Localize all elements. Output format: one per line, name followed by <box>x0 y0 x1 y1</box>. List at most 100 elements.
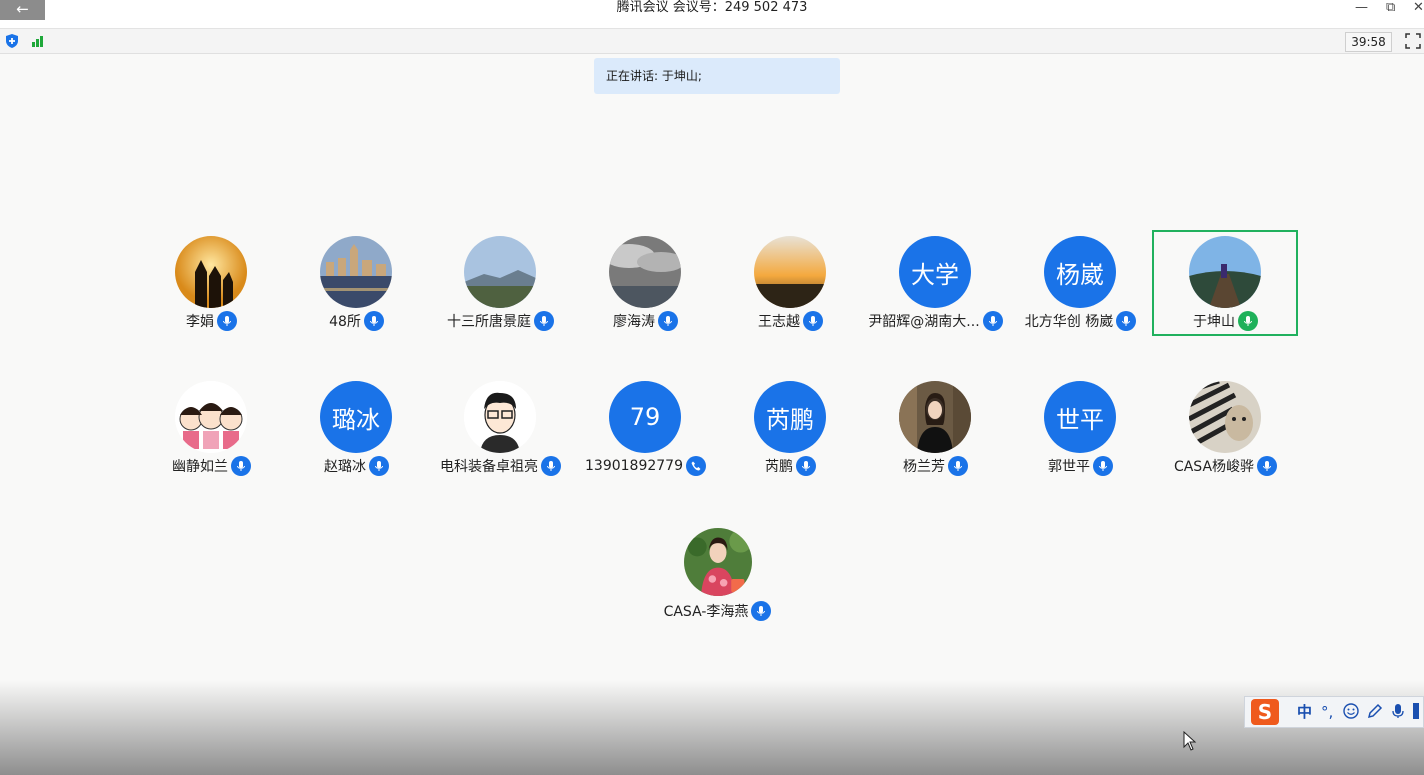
avatar: 世平 <box>1044 381 1116 453</box>
participant-tile[interactable]: 杨兰芳 <box>863 376 1008 486</box>
mic-icon[interactable] <box>948 456 968 476</box>
participant-tile[interactable]: 廖海涛 <box>573 231 718 341</box>
mouse-cursor-icon <box>1183 731 1197 751</box>
avatar: 79 <box>609 381 681 453</box>
avatar-photo-icon <box>684 528 752 596</box>
participant-name: 杨兰芳 <box>903 459 945 475</box>
mic-active-icon[interactable] <box>1238 311 1258 331</box>
avatar-photo-icon <box>1189 381 1261 453</box>
avatar <box>609 236 681 308</box>
participant-name: 廖海涛 <box>613 314 655 330</box>
security-shield-icon[interactable] <box>6 34 18 48</box>
restore-button[interactable]: ⧉ <box>1386 0 1395 16</box>
avatar <box>1189 236 1261 308</box>
avatar <box>464 236 536 308</box>
participant-tile[interactable]: 世平 郭世平 <box>1008 376 1153 486</box>
participant-name: 赵璐冰 <box>324 459 366 475</box>
participant-name: 13901892779 <box>585 458 683 474</box>
avatar <box>899 381 971 453</box>
fullscreen-icon[interactable] <box>1405 33 1421 49</box>
participant-name: 王志越 <box>758 314 800 330</box>
participant-tile[interactable]: 大学 尹韶辉@湖南大... <box>863 231 1008 341</box>
participant-tile[interactable]: 璐冰 赵璐冰 <box>284 376 429 486</box>
participant-name: 于坤山 <box>1193 314 1235 330</box>
meeting-timer: 39:58 <box>1345 32 1392 52</box>
network-signal-icon[interactable] <box>32 35 47 47</box>
participant-name: 十三所唐景庭 <box>447 314 531 330</box>
avatar <box>320 236 392 308</box>
avatar-photo-icon <box>320 236 392 308</box>
mic-icon[interactable] <box>1116 311 1137 331</box>
mic-icon[interactable] <box>541 456 561 476</box>
avatar-cartoon-icon <box>175 381 247 453</box>
bottom-control-bar-fade <box>0 680 1424 775</box>
avatar <box>684 528 752 596</box>
smiley-icon[interactable] <box>1343 703 1359 719</box>
participant-name: CASA杨峻骅 <box>1173 459 1255 475</box>
participant-name: 北方华创 杨崴 <box>1024 314 1114 330</box>
ime-punctuation-toggle[interactable]: °, <box>1321 703 1333 721</box>
avatar-photo-icon <box>609 236 681 308</box>
avatar <box>175 236 247 308</box>
avatar <box>1189 381 1261 453</box>
avatar <box>175 381 247 453</box>
avatar-photo-icon <box>175 236 247 308</box>
mic-icon[interactable] <box>217 311 237 331</box>
mic-icon[interactable] <box>796 456 816 476</box>
participant-name: CASA-李海燕 <box>663 604 749 620</box>
mic-icon[interactable] <box>534 311 554 331</box>
phone-icon[interactable] <box>685 456 706 476</box>
mic-icon[interactable] <box>1257 456 1278 476</box>
mic-icon[interactable] <box>369 456 389 476</box>
avatar: 杨崴 <box>1044 236 1116 308</box>
avatar: 璐冰 <box>320 381 392 453</box>
mic-icon[interactable] <box>1391 703 1405 719</box>
participant-name: 幽静如兰 <box>172 459 228 475</box>
speaking-banner: 正在讲话: 于坤山; <box>594 58 840 94</box>
participant-tile-active-speaker[interactable]: 于坤山 <box>1153 231 1298 341</box>
avatar: 芮鹏 <box>754 381 826 453</box>
participant-tile[interactable]: 芮鹏 芮鹏 <box>718 376 863 486</box>
participant-name: 尹韶辉@湖南大... <box>868 314 980 330</box>
mic-icon[interactable] <box>803 311 823 331</box>
sogou-logo-icon[interactable]: S <box>1251 699 1279 725</box>
minimize-button[interactable]: — <box>1355 0 1368 16</box>
participant-name: 李娟 <box>186 314 214 330</box>
participant-tile[interactable]: CASA杨峻骅 <box>1153 376 1298 486</box>
window-title: 腾讯会议 会议号：249 502 473 <box>616 0 808 15</box>
avatar-photo-icon <box>899 381 971 453</box>
participant-name: 郭世平 <box>1048 459 1090 475</box>
mic-icon[interactable] <box>231 456 251 476</box>
close-button[interactable]: ✕ <box>1413 0 1424 16</box>
participant-tile[interactable]: 48所 <box>284 231 429 341</box>
participant-tile[interactable]: 王志越 <box>718 231 863 341</box>
participant-name: 芮鹏 <box>765 459 793 475</box>
mic-icon[interactable] <box>658 311 678 331</box>
avatar-photo-icon <box>464 236 536 308</box>
avatar-photo-icon <box>754 236 826 308</box>
mic-icon[interactable] <box>751 601 772 621</box>
mic-icon[interactable] <box>982 311 1003 331</box>
participant-name: 48所 <box>329 314 361 330</box>
status-toolbar: 39:58 <box>0 29 1424 54</box>
avatar: 大学 <box>899 236 971 308</box>
ime-language-toggle[interactable]: 中 <box>1297 703 1312 721</box>
mic-icon[interactable] <box>363 311 384 331</box>
participant-tile[interactable]: 电科装备卓祖亮 <box>428 376 573 486</box>
avatar-photo-icon <box>1189 236 1261 308</box>
mic-icon[interactable] <box>1093 456 1113 476</box>
ime-more-handle[interactable] <box>1413 703 1419 719</box>
avatar <box>464 381 536 453</box>
participant-tile[interactable]: CASA-李海燕 <box>645 521 790 631</box>
title-bar: ← 腾讯会议 会议号：249 502 473 — ⧉ ✕ <box>0 0 1424 29</box>
avatar <box>754 236 826 308</box>
participant-tile[interactable]: 十三所唐景庭 <box>428 231 573 341</box>
participant-tile[interactable]: 幽静如兰 <box>139 376 284 486</box>
participant-tile[interactable]: 李娟 <box>139 231 284 341</box>
ime-toolbar[interactable]: S 中 °, <box>1244 696 1424 728</box>
participant-tile[interactable]: 79 13901892779 <box>573 376 718 486</box>
participant-tile[interactable]: 杨崴 北方华创 杨崴 <box>1008 231 1153 341</box>
avatar-cartoon-icon <box>464 381 536 453</box>
pen-icon[interactable] <box>1367 703 1383 719</box>
participant-name: 电科装备卓祖亮 <box>440 459 538 475</box>
